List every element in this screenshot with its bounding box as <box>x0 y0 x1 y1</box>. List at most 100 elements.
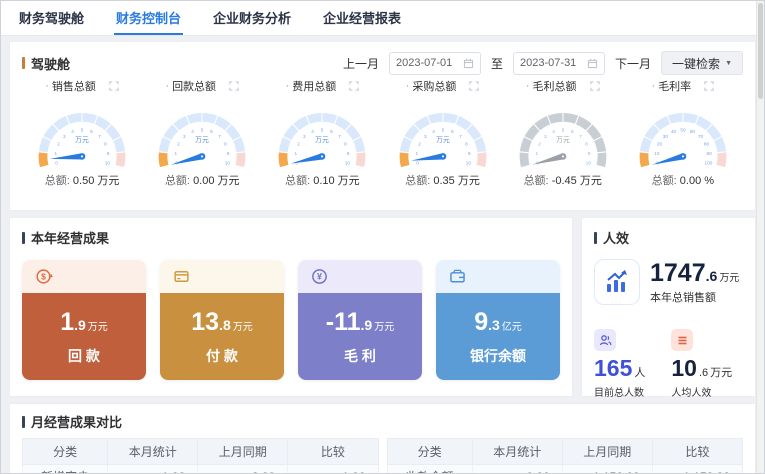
svg-text:5: 5 <box>441 127 444 132</box>
svg-text:万元: 万元 <box>195 136 209 144</box>
stat-card-2: 13.8万元付 款 <box>160 260 284 380</box>
annual-sales-value: 1747.6万元 <box>650 259 739 288</box>
svg-text:10: 10 <box>654 151 660 156</box>
expand-icon[interactable] <box>229 81 239 91</box>
expand-icon[interactable] <box>469 81 479 91</box>
gauge-total: 总额: 0.10 万元 <box>262 172 382 188</box>
gauge-chart: 012345678910万元 <box>504 94 622 172</box>
tab-1[interactable]: 财务驾驶舱 <box>17 1 86 35</box>
list-icon <box>671 329 693 351</box>
svg-text:9: 9 <box>467 151 470 156</box>
date-controls: 上一月 2023-07-01 至 2023-07-31 下一月 一键检索 ▼ <box>343 51 743 75</box>
gauge-6: ·毛利率0102030405060708090100总额: 0.00 % <box>623 78 743 188</box>
svg-text:5: 5 <box>321 127 324 132</box>
svg-text:¥: ¥ <box>317 272 322 282</box>
svg-text:100: 100 <box>704 160 712 165</box>
prev-month-button[interactable]: 上一月 <box>343 55 379 72</box>
svg-text:8: 8 <box>345 142 348 147</box>
svg-text:1: 1 <box>295 151 298 156</box>
svg-text:1: 1 <box>415 151 418 156</box>
svg-text:9: 9 <box>347 151 350 156</box>
svg-text:4: 4 <box>71 129 74 134</box>
cockpit-header: 驾驶舱 <box>22 54 70 73</box>
svg-text:3: 3 <box>183 134 186 139</box>
gauge-title: ·费用总额 <box>262 78 382 94</box>
yen-circle-icon: ¥ <box>310 267 329 286</box>
svg-text:70: 70 <box>698 134 704 139</box>
table-row: 新增客户1.002.00↓1.00 <box>23 465 379 474</box>
stat-card-1: $1.9万元回 款 <box>22 260 146 380</box>
annual-title: 本年经营成果 <box>31 228 109 247</box>
gauge-title: ·回款总额 <box>142 78 262 94</box>
svg-text:0: 0 <box>55 160 58 165</box>
svg-text:6: 6 <box>90 129 93 134</box>
svg-text:10: 10 <box>345 160 351 165</box>
gauge-row: ·销售总额012345678910万元总额: 0.50 万元·回款总额01234… <box>22 78 743 188</box>
per-capita-label: 人均人效 <box>671 384 732 399</box>
quick-search-button[interactable]: 一键检索 ▼ <box>661 51 743 75</box>
expand-icon[interactable] <box>349 81 359 91</box>
svg-text:10: 10 <box>465 160 471 165</box>
svg-text:6: 6 <box>210 129 213 134</box>
svg-text:40: 40 <box>671 129 677 134</box>
svg-text:3: 3 <box>544 134 547 139</box>
stat-value: 1.9万元 <box>60 308 108 337</box>
gauge-chart: 012345678910万元 <box>23 94 141 172</box>
cockpit-panel: 驾驶舱 上一月 2023-07-01 至 2023-07-31 下一月 一键检索… <box>9 41 756 211</box>
tab-bar: 财务驾驶舱财务控制台企业财务分析企业经营报表 <box>1 1 764 36</box>
tab-3[interactable]: 企业财务分析 <box>211 1 293 35</box>
table-header: 分类 <box>387 439 472 465</box>
svg-text:4: 4 <box>312 129 315 134</box>
svg-text:5: 5 <box>201 127 204 132</box>
gauge-5: ·毛利总额012345678910万元总额: -0.45 万元 <box>503 78 623 188</box>
svg-text:7: 7 <box>459 134 462 139</box>
tab-4[interactable]: 企业经营报表 <box>321 1 403 35</box>
date-from-value: 2023-07-01 <box>396 57 452 69</box>
expand-icon[interactable] <box>109 81 119 91</box>
gauge-3: ·费用总额012345678910万元总额: 0.10 万元 <box>262 78 382 188</box>
svg-text:2: 2 <box>418 142 421 147</box>
svg-text:2: 2 <box>298 142 301 147</box>
table-header: 本月统计 <box>108 439 198 465</box>
svg-text:80: 80 <box>704 142 710 147</box>
svg-text:4: 4 <box>432 129 435 134</box>
date-from-input[interactable]: 2023-07-01 <box>389 52 481 75</box>
svg-text:6: 6 <box>571 129 574 134</box>
table-header: 比较 <box>652 439 742 465</box>
expand-icon[interactable] <box>704 81 714 91</box>
gauge-title: ·毛利总额 <box>503 78 623 94</box>
gauge-chart: 012345678910万元 <box>263 94 381 172</box>
stat-value: -11.9万元 <box>326 308 394 337</box>
svg-text:4: 4 <box>191 129 194 134</box>
svg-text:8: 8 <box>465 142 468 147</box>
section-bar <box>22 57 25 69</box>
gauge-title: ·采购总额 <box>382 78 502 94</box>
svg-text:万元: 万元 <box>75 136 89 144</box>
date-to-input[interactable]: 2023-07-31 <box>513 52 605 75</box>
users-icon <box>594 329 616 351</box>
annual-results-panel: 本年经营成果 $1.9万元回 款13.8万元付 款¥-11.9万元毛 利9.3亿… <box>9 217 573 397</box>
stat-card-3: ¥-11.9万元毛 利 <box>298 260 422 380</box>
comparison-table-2: 分类本月统计上月同期比较收款金额0.001,150.00↓1,150.00 <box>387 438 744 474</box>
svg-text:90: 90 <box>706 151 712 156</box>
payment-card-icon <box>172 267 191 286</box>
stat-label: 回 款 <box>68 346 100 366</box>
annual-cards: $1.9万元回 款13.8万元付 款¥-11.9万元毛 利9.3亿元银行余额 <box>22 260 560 380</box>
svg-text:6: 6 <box>331 129 334 134</box>
arrow-down-icon: ↓ <box>676 470 682 474</box>
svg-text:60: 60 <box>690 129 696 134</box>
next-month-button[interactable]: 下一月 <box>615 55 651 72</box>
gauge-total: 总额: 0.35 万元 <box>382 172 502 188</box>
tab-2[interactable]: 财务控制台 <box>114 1 183 35</box>
gauge-chart: 012345678910万元 <box>143 94 261 172</box>
expand-icon[interactable] <box>590 81 600 91</box>
headcount-stat: 165 人 目前总人数 <box>594 329 645 399</box>
stat-value: 9.3亿元 <box>474 308 522 337</box>
svg-text:8: 8 <box>104 142 107 147</box>
scrollbar-track[interactable] <box>756 1 764 473</box>
section-bar <box>22 232 25 244</box>
svg-text:1: 1 <box>55 151 58 156</box>
scrollbar-thumb[interactable] <box>758 3 763 99</box>
comparison-title: 月经营成果对比 <box>31 412 122 431</box>
app-window: 财务驾驶舱财务控制台企业财务分析企业经营报表 驾驶舱 上一月 2023-07-0… <box>0 0 765 474</box>
